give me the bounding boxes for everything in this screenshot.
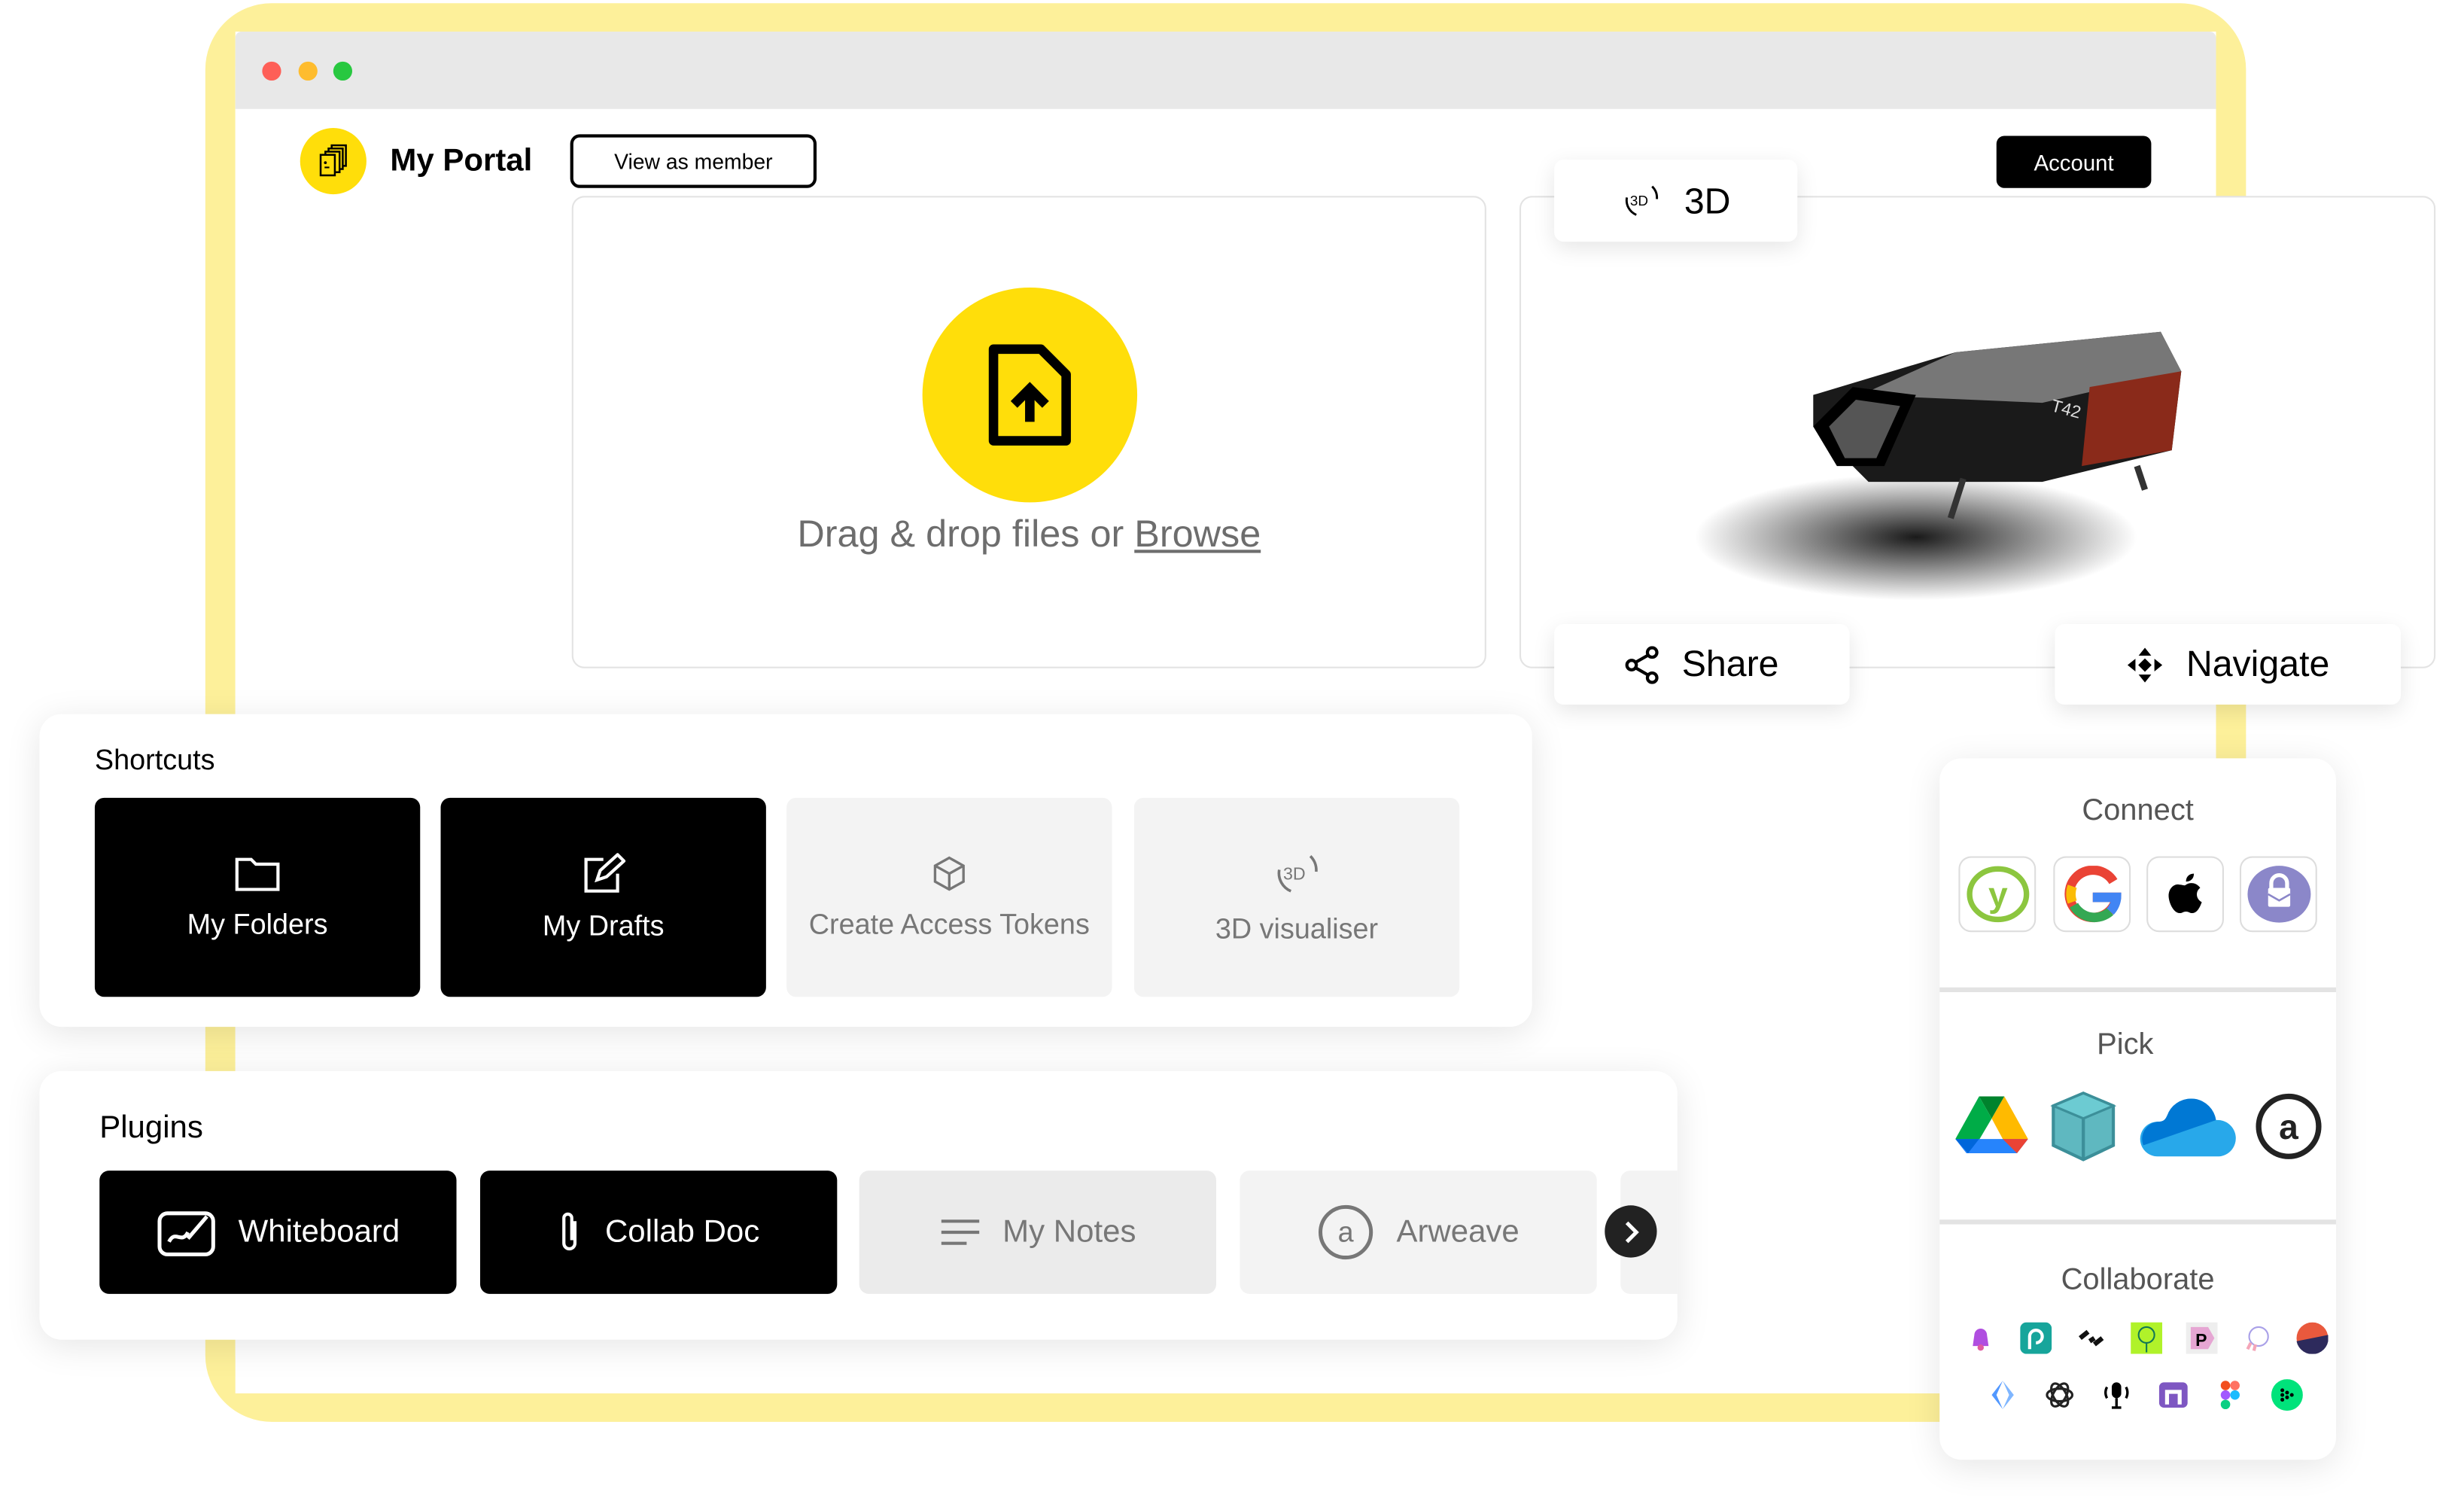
navigate-label: Navigate (2186, 643, 2330, 684)
shortcut-label: 3D visualiser (1215, 912, 1379, 944)
portal-title: My Portal (390, 143, 533, 179)
google-icon (2064, 866, 2121, 923)
svg-text:3D: 3D (1630, 193, 1648, 209)
spaceship-model[interactable]: T42 (1679, 308, 2216, 624)
svg-text:y: y (1988, 875, 2007, 915)
stacked-pages-icon (319, 144, 347, 177)
collab-icons-row-2 (1987, 1379, 2303, 1411)
connect-apple[interactable] (2146, 856, 2224, 933)
lines-icon (941, 1219, 979, 1245)
plugin-label: My Notes (1002, 1213, 1136, 1250)
upload-prompt-text: Drag & drop files or (797, 513, 1135, 556)
plugin-whiteboard[interactable]: Whiteboard (99, 1171, 457, 1294)
shortcut-label: Create Access Tokens (808, 907, 1090, 939)
pick-title: Pick (2097, 1028, 2154, 1062)
paperclip-icon (562, 1212, 577, 1251)
shortcut-my-drafts[interactable]: My Drafts (440, 797, 766, 997)
file-upload-icon (988, 344, 1071, 446)
onedrive-icon[interactable] (2139, 1093, 2243, 1159)
shortcut-label: My Folders (187, 907, 328, 939)
plugin-collab-doc[interactable]: Collab Doc (480, 1171, 838, 1294)
plugin-arweave[interactable]: a Arweave (1240, 1171, 1597, 1294)
whiteboard-icon (157, 1211, 215, 1256)
plugins-title: Plugins (99, 1110, 203, 1146)
shortcut-create-access-tokens[interactable]: Create Access Tokens (786, 797, 1112, 997)
svg-text:a: a (2279, 1107, 2298, 1146)
figma-icon[interactable] (2214, 1379, 2246, 1411)
p-icon[interactable]: P (2186, 1322, 2218, 1354)
share-icon (1625, 645, 1659, 684)
folder-icon (235, 857, 280, 891)
arweave-icon: a (1319, 1204, 1373, 1260)
plugins-next-button[interactable] (1605, 1205, 1657, 1258)
close-window-button[interactable] (262, 61, 281, 81)
collab-icons-row-1: P (1965, 1322, 2329, 1354)
plugin-label: Arweave (1396, 1213, 1519, 1250)
tab-3d[interactable]: 3D 3D (1554, 159, 1798, 242)
window-titlebar (235, 31, 2216, 109)
move-arrows-icon (2128, 647, 2163, 682)
gate-icon[interactable] (2158, 1379, 2189, 1411)
poap-icon[interactable] (2241, 1323, 2273, 1354)
apple-icon (2167, 873, 2201, 914)
google-drive-icon[interactable] (1955, 1093, 2028, 1159)
connect-title: Connect (2082, 794, 2194, 828)
connect-yubikey[interactable]: y (1958, 856, 2037, 933)
divider (1939, 987, 2336, 992)
3d-rotate-icon: 3D (1277, 854, 1318, 892)
podcast-icon[interactable] (2100, 1379, 2132, 1411)
account-button[interactable]: Account (1996, 135, 2152, 188)
3d-viewer[interactable]: T42 (1519, 196, 2436, 668)
protonmail-icon (2246, 866, 2310, 923)
openai-icon[interactable] (2044, 1379, 2076, 1411)
divider (1939, 1219, 2336, 1225)
arweave-icon[interactable]: a (2254, 1091, 2323, 1161)
share-label: Share (1681, 643, 1779, 684)
shortcut-my-folders[interactable]: My Folders (94, 797, 421, 997)
collaborate-title: Collaborate (2061, 1263, 2215, 1298)
svg-text:P: P (2195, 1330, 2207, 1350)
navigate-button[interactable]: Navigate (2055, 623, 2402, 705)
shortcut-label: My Drafts (542, 909, 665, 941)
browse-link[interactable]: Browse (1134, 513, 1261, 556)
upload-prompt: Drag & drop files or Browse (572, 513, 1486, 558)
plugin-label: Collab Doc (604, 1213, 760, 1250)
cube-icon (933, 855, 965, 891)
upload-button[interactable] (922, 287, 1138, 503)
svg-text:a: a (1338, 1217, 1354, 1249)
half-circle-icon[interactable] (2296, 1322, 2329, 1354)
portal-logo[interactable] (300, 127, 367, 195)
minimize-window-button[interactable] (298, 61, 318, 81)
tab-3d-label: 3D (1684, 179, 1731, 221)
tree-icon[interactable] (2131, 1322, 2163, 1354)
maximize-window-button[interactable] (333, 61, 353, 81)
ens-icon[interactable] (1987, 1379, 2018, 1411)
share-button[interactable]: Share (1554, 623, 1850, 705)
shortcut-3d-visualiser[interactable]: 3D 3D visualiser (1133, 797, 1460, 997)
box-icon[interactable] (2050, 1090, 2117, 1163)
plugin-label: Whiteboard (238, 1213, 400, 1250)
yubikey-icon: y (1966, 866, 2029, 923)
bell-icon[interactable] (1965, 1323, 1997, 1354)
chevron-right-icon (1624, 1220, 1638, 1243)
view-as-member-button[interactable]: View as member (570, 134, 817, 188)
connect-protonmail[interactable] (2239, 856, 2317, 933)
connect-google[interactable] (2053, 856, 2131, 933)
edit-icon (584, 852, 626, 892)
svg-text:3D: 3D (1283, 863, 1306, 882)
link-icon[interactable] (2076, 1323, 2107, 1354)
spiral-icon[interactable] (2020, 1322, 2052, 1354)
dots-icon[interactable] (2271, 1379, 2303, 1411)
plugin-my-notes[interactable]: My Notes (859, 1171, 1216, 1294)
3d-rotate-icon: 3D (1626, 185, 1659, 216)
shortcuts-title: Shortcuts (94, 744, 215, 776)
